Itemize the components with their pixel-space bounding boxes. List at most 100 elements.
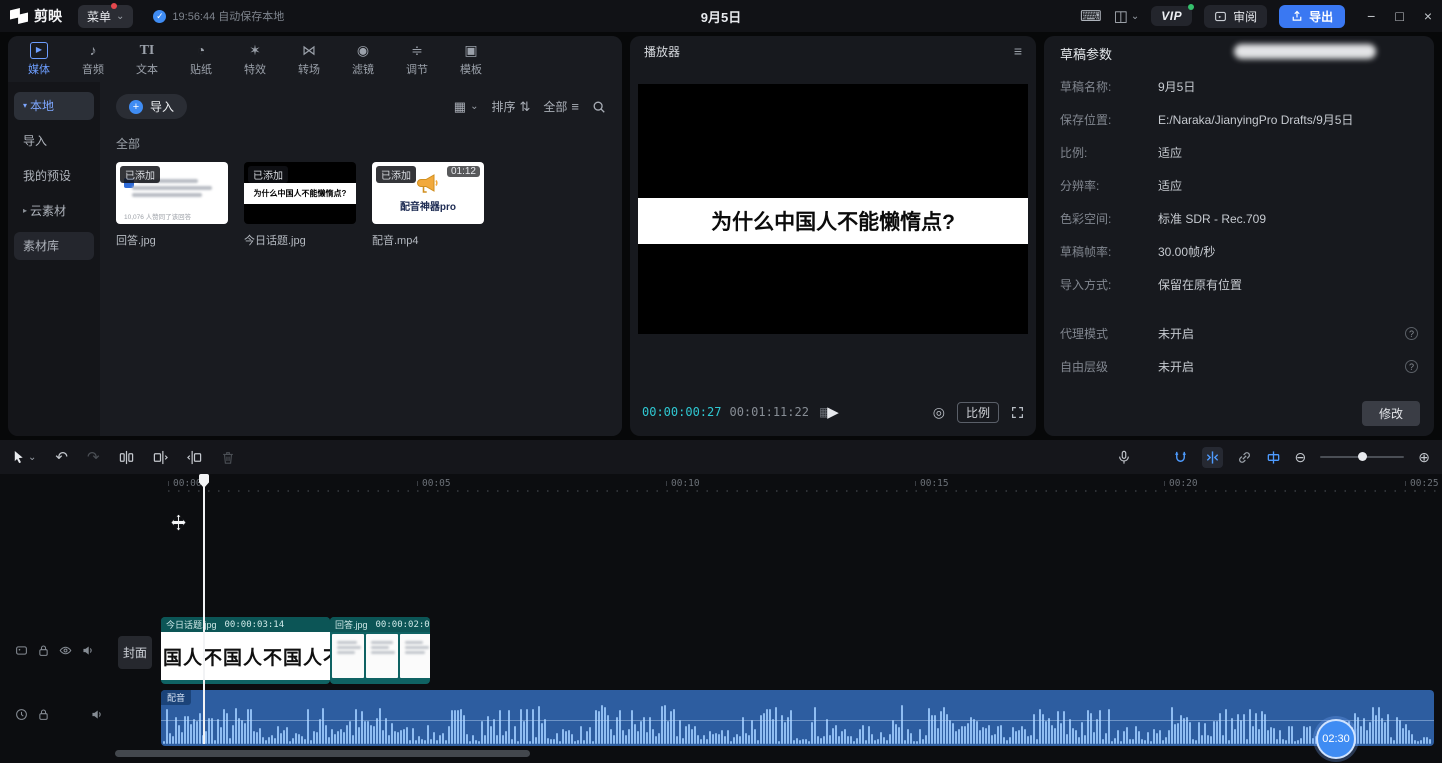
tab-adjust[interactable]: ≑ 调节: [390, 42, 444, 77]
player-menu-icon[interactable]: ≡: [1014, 43, 1022, 59]
tab-template[interactable]: ▣ 模板: [444, 42, 498, 77]
split-button[interactable]: [119, 450, 134, 465]
close-button[interactable]: ×: [1424, 8, 1432, 24]
params-title: 草稿参数: [1060, 44, 1112, 63]
added-badge: 已添加: [376, 166, 416, 183]
review-button[interactable]: 审阅: [1204, 5, 1267, 28]
timeline-zoom-slider[interactable]: [1320, 451, 1404, 463]
select-tool-button[interactable]: ⌄: [12, 450, 36, 464]
minimize-button[interactable]: −: [1367, 8, 1375, 24]
waveform-midline: [161, 720, 1434, 721]
sidebar-item-library[interactable]: 素材库: [14, 232, 94, 260]
clip-filmstrip: [330, 632, 430, 680]
record-voiceover-button[interactable]: [1117, 450, 1131, 465]
video-track-icon[interactable]: [15, 644, 28, 657]
lock-icon[interactable]: [37, 644, 50, 657]
timeline-audio-clip[interactable]: 配音: [161, 690, 1434, 746]
main-track-magnet-toggle[interactable]: [1173, 450, 1188, 465]
tab-transition[interactable]: ⋈ 转场: [282, 42, 336, 77]
filter-button[interactable]: 全部 ≡: [543, 98, 579, 115]
playhead-line: [203, 476, 205, 744]
total-timecode: 00:01:11:22: [729, 405, 808, 419]
help-icon[interactable]: ?: [1405, 360, 1418, 373]
megaphone-icon: [416, 174, 440, 196]
modify-button[interactable]: 修改: [1362, 401, 1420, 426]
media-sidebar: ▾ 本地 导入 我的预设 ▸ 云素材 素材库: [8, 82, 100, 436]
sidebar-item-cloud[interactable]: ▸ 云素材: [14, 197, 94, 225]
auto-snap-toggle[interactable]: [1202, 447, 1223, 468]
layout-switch-button[interactable]: ◫ ⌄: [1114, 7, 1140, 25]
tab-sticker[interactable]: ◔ 贴纸: [174, 42, 228, 77]
cover-button[interactable]: 封面: [118, 636, 152, 669]
timeline-toolbar: ⌄ ↶ ↷: [0, 440, 1442, 474]
ruler-tick: 00:00: [168, 478, 202, 489]
lock-icon[interactable]: [37, 708, 50, 721]
play-button[interactable]: ▶: [827, 403, 839, 421]
ratio-button[interactable]: 比例: [957, 402, 999, 423]
app-logo-icon: [10, 8, 28, 24]
sidebar-item-import[interactable]: 导入: [14, 127, 94, 155]
slider-thumb[interactable]: [1358, 452, 1367, 461]
tab-audio[interactable]: ♪ 音频: [66, 42, 120, 77]
maximize-button[interactable]: □: [1395, 8, 1403, 24]
sidebar-item-presets[interactable]: 我的预设: [14, 162, 94, 190]
app-name: 剪映: [34, 6, 62, 26]
redo-button[interactable]: ↷: [87, 450, 100, 465]
timeline-scrollbar[interactable]: [115, 750, 530, 757]
mute-icon[interactable]: [81, 644, 94, 657]
media-thumbnail: 已添加 为什么中国人不能懒惰点?: [244, 162, 356, 224]
added-badge: 已添加: [248, 166, 288, 183]
media-thumbnail: 已添加 10,076 人赞同了该回答: [116, 162, 228, 224]
fullscreen-icon[interactable]: [1011, 406, 1024, 419]
playhead[interactable]: [199, 474, 209, 744]
help-icon[interactable]: ?: [1405, 327, 1418, 340]
menu-button[interactable]: 菜单 ⌄: [78, 5, 133, 28]
tab-media[interactable]: ▶ 媒体: [12, 42, 66, 77]
ruler-tick: 00:15: [915, 478, 949, 489]
vip-button[interactable]: VIP: [1151, 6, 1192, 26]
zoom-out-icon[interactable]: ⊖: [1295, 450, 1307, 464]
import-button[interactable]: + 导入: [116, 94, 187, 119]
audio-track-icon[interactable]: [15, 708, 28, 721]
thumbnail-caption: 10,076 人赞同了该回答: [124, 211, 191, 221]
timeline-ruler[interactable]: 00:00 00:05 00:10 00:15 00:20 00:25: [0, 474, 1442, 496]
tab-effects[interactable]: ✶ 特效: [228, 42, 282, 77]
param-row: 导入方式:保留在原有位置: [1044, 268, 1434, 301]
view-mode-button[interactable]: ▦ ⌄: [454, 99, 479, 115]
params-rows: 草稿名称:9月5日 保存位置:E:/Naraka/JianyingPro Dra…: [1044, 70, 1434, 383]
media-name: 回答.jpg: [116, 232, 228, 248]
timeline-clip-topic[interactable]: 今日话题.jpg 00:00:03:14 国人不国人不国人不国人: [161, 617, 330, 684]
preview-axis-toggle[interactable]: [1266, 450, 1281, 465]
eye-icon[interactable]: [59, 644, 72, 657]
undo-button[interactable]: ↶: [55, 450, 68, 465]
linkage-toggle[interactable]: [1237, 450, 1252, 465]
param-row: 分辨率:适应: [1044, 169, 1434, 202]
text-icon: TI: [140, 42, 155, 59]
time-bubble[interactable]: 02:30: [1316, 719, 1356, 759]
delete-left-button[interactable]: [153, 450, 168, 465]
expand-icon: ▸: [23, 197, 27, 225]
audio-waveform: [163, 703, 1432, 744]
clip-filmstrip: 国人不国人不国人不国人: [161, 632, 330, 680]
export-button[interactable]: 导出: [1279, 5, 1345, 28]
titlebar: 剪映 菜单 ⌄ ✓ 19:56:44 自动保存本地 9月5日 ⌨ ◫ ⌄ VIP…: [0, 0, 1442, 32]
sort-button[interactable]: 排序 ⇅: [491, 98, 530, 115]
media-card-answer[interactable]: 已添加 10,076 人赞同了该回答 回答.jpg: [116, 162, 228, 248]
sidebar-item-local[interactable]: ▾ 本地: [14, 92, 94, 120]
clip-duration: 00:00:03:14: [225, 620, 285, 630]
playhead-handle[interactable]: [199, 474, 209, 488]
media-card-topic[interactable]: 已添加 为什么中国人不能懒惰点? 今日话题.jpg: [244, 162, 356, 248]
media-card-voiceover[interactable]: 已添加 01:12 配音神器pro 配音.mp4: [372, 162, 484, 248]
tab-filter[interactable]: ◉ 滤镜: [336, 42, 390, 77]
tab-text[interactable]: TI 文本: [120, 42, 174, 77]
shortcut-keyboard-icon[interactable]: ⌨: [1080, 7, 1102, 25]
snapshot-icon[interactable]: ◎: [933, 404, 945, 421]
delete-right-button[interactable]: [187, 450, 202, 465]
audio-icon: ♪: [90, 42, 97, 59]
delete-button[interactable]: [221, 450, 235, 465]
template-icon: ▣: [464, 42, 477, 59]
mute-icon[interactable]: [90, 708, 103, 721]
zoom-in-icon[interactable]: ⊕: [1418, 450, 1430, 464]
timeline-clip-answer[interactable]: 回答.jpg 00:00:02:00: [330, 617, 430, 684]
search-icon[interactable]: [592, 100, 606, 114]
